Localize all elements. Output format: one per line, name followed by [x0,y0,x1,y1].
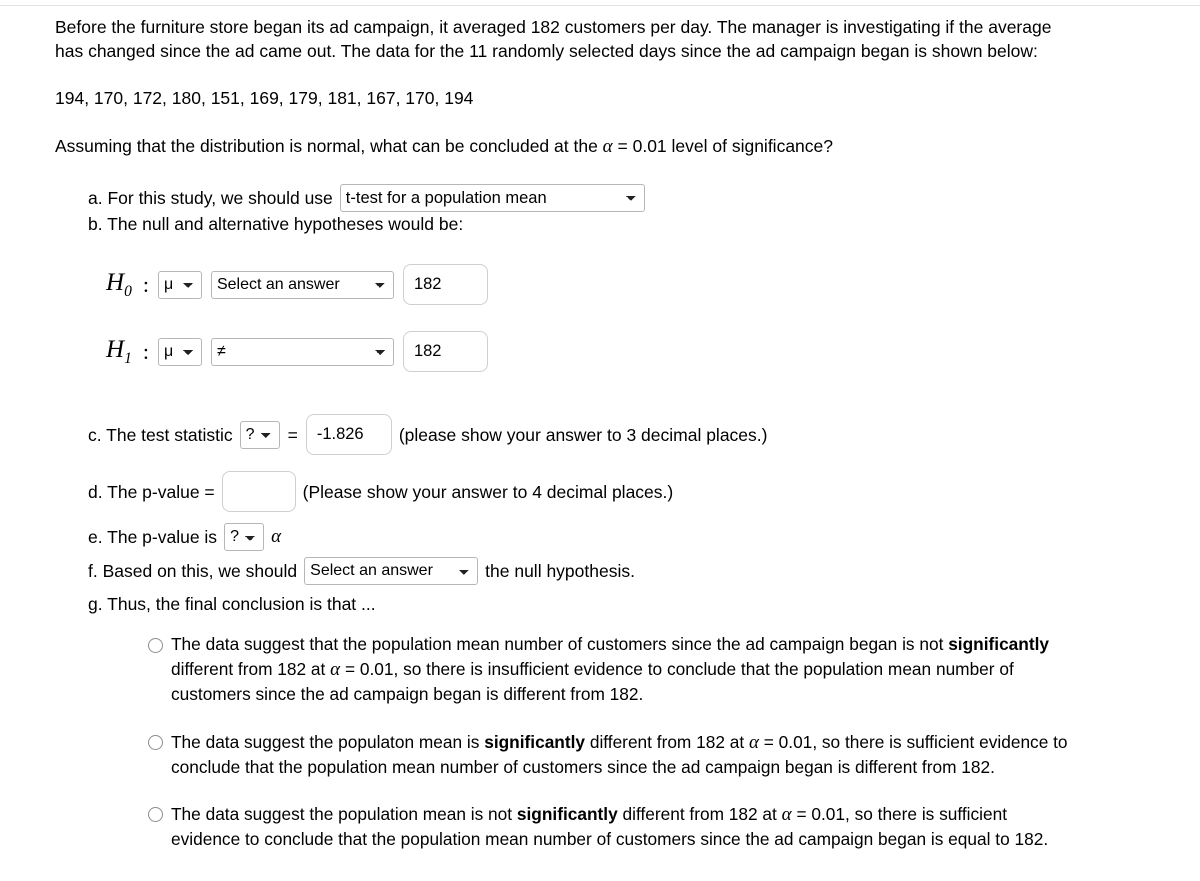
h0-symbol: H0 [106,268,132,300]
option-text-segment: different from 182 at [171,658,331,679]
alpha-expression: α = 0.01 [330,658,394,680]
part-e-label: e. The p-value is [88,527,218,547]
part-f-label: f. Based on this, we should [88,561,298,581]
conclusion-option[interactable]: The data suggest that the population mea… [148,633,1078,706]
alpha-symbol: α [602,135,613,157]
radio-button-icon[interactable] [148,638,163,654]
data-values: 194, 170, 172, 180, 151, 169, 179, 181, … [55,87,474,108]
p-value-input[interactable] [221,471,296,513]
part-e-row: e. The p-value is ? α [88,523,1200,552]
significance-question-post: = 0.01 level of significance? [612,135,834,156]
part-a-label: a. For this study, we should use [88,187,333,208]
emphasis-text: significantly [948,634,1050,655]
conclusion-option-text: The data suggest that the population mea… [171,633,1078,706]
alpha-expression: α = 0.01 [781,804,845,826]
emphasis-text: significantly [484,731,586,752]
test-type-select[interactable]: t-test for a population mean [339,183,645,212]
alt-hypothesis-row: H1 : μ ≠ [106,331,1200,373]
part-b-label: b. The null and alternative hypotheses w… [88,213,464,234]
emphasis-text: significantly [516,804,618,825]
alpha-expression: α = 0.01 [748,731,813,753]
option-text-segment: The data suggest the population mean is … [171,804,517,825]
option-text-segment: The data suggest the populaton mean is [171,731,485,752]
h0-value-input[interactable] [402,264,488,306]
significance-question-pre: Assuming that the distribution is normal… [55,135,603,156]
part-d-label: d. The p-value = [88,481,215,502]
part-g-label: g. Thus, the final conclusion is that ..… [88,594,376,615]
h1-operator-select[interactable]: ≠ [210,337,394,366]
radio-button-icon[interactable] [148,807,163,823]
h1-symbol: H1 [106,335,132,367]
h0-parameter-select[interactable]: μ [157,270,202,299]
h1-parameter-select[interactable]: μ [157,337,202,366]
part-c-row: c. The test statistic ? = (please show y… [88,414,1200,456]
part-d-row: d. The p-value = (Please show your answe… [88,471,1200,513]
part-a-row: a. For this study, we should use t-test … [88,183,1200,212]
option-text-segment: different from 182 at [617,804,782,825]
alpha-symbol: α [748,731,759,753]
problem-intro: Before the furniture store began its ad … [55,17,1052,61]
conclusion-option-text: The data suggest the population mean is … [171,802,1078,852]
part-d-hint: (Please show your answer to 4 decimal pl… [302,481,674,502]
part-g-row: g. Thus, the final conclusion is that ..… [88,592,1200,616]
alpha-symbol: α [781,804,792,826]
top-divider [0,5,1200,6]
p-value-comparison-select[interactable]: ? [224,523,265,552]
question-page: Before the furniture store began its ad … [0,0,1200,852]
conclusion-options: The data suggest that the population mea… [148,633,1200,852]
h1-value-input[interactable] [402,331,488,373]
alpha-symbol: α [330,658,341,680]
h0-colon: : [142,271,149,297]
significance-question: Assuming that the distribution is normal… [55,136,1200,158]
conclusion-option[interactable]: The data suggest the populaton mean is s… [148,730,1078,780]
option-text-segment: different from 182 at [585,731,749,752]
conclusion-option[interactable]: The data suggest the population mean is … [148,802,1078,852]
h1-colon: : [142,338,149,364]
alpha-symbol: α [271,525,282,547]
part-c-hint: (please show your answer to 3 decimal pl… [398,424,768,445]
radio-button-icon[interactable] [148,734,163,750]
test-statistic-input[interactable] [305,414,392,456]
option-text-segment: The data suggest that the population mea… [171,634,949,655]
decision-select[interactable]: Select an answer [304,557,479,586]
part-f-row: f. Based on this, we should Select an an… [88,557,1200,586]
steps-list: a. For this study, we should use t-test … [88,183,1200,852]
test-statistic-symbol-select[interactable]: ? [239,420,280,449]
null-hypothesis-row: H0 : μ Select an answer [106,264,1200,306]
conclusion-option-text: The data suggest the populaton mean is s… [171,730,1078,780]
part-c-label: c. The test statistic [88,424,233,445]
part-f-label-post: the null hypothesis. [485,561,635,581]
equals-sign: = [287,424,298,445]
h0-operator-select[interactable]: Select an answer [210,270,394,299]
part-b-row: b. The null and alternative hypotheses w… [88,212,1200,236]
